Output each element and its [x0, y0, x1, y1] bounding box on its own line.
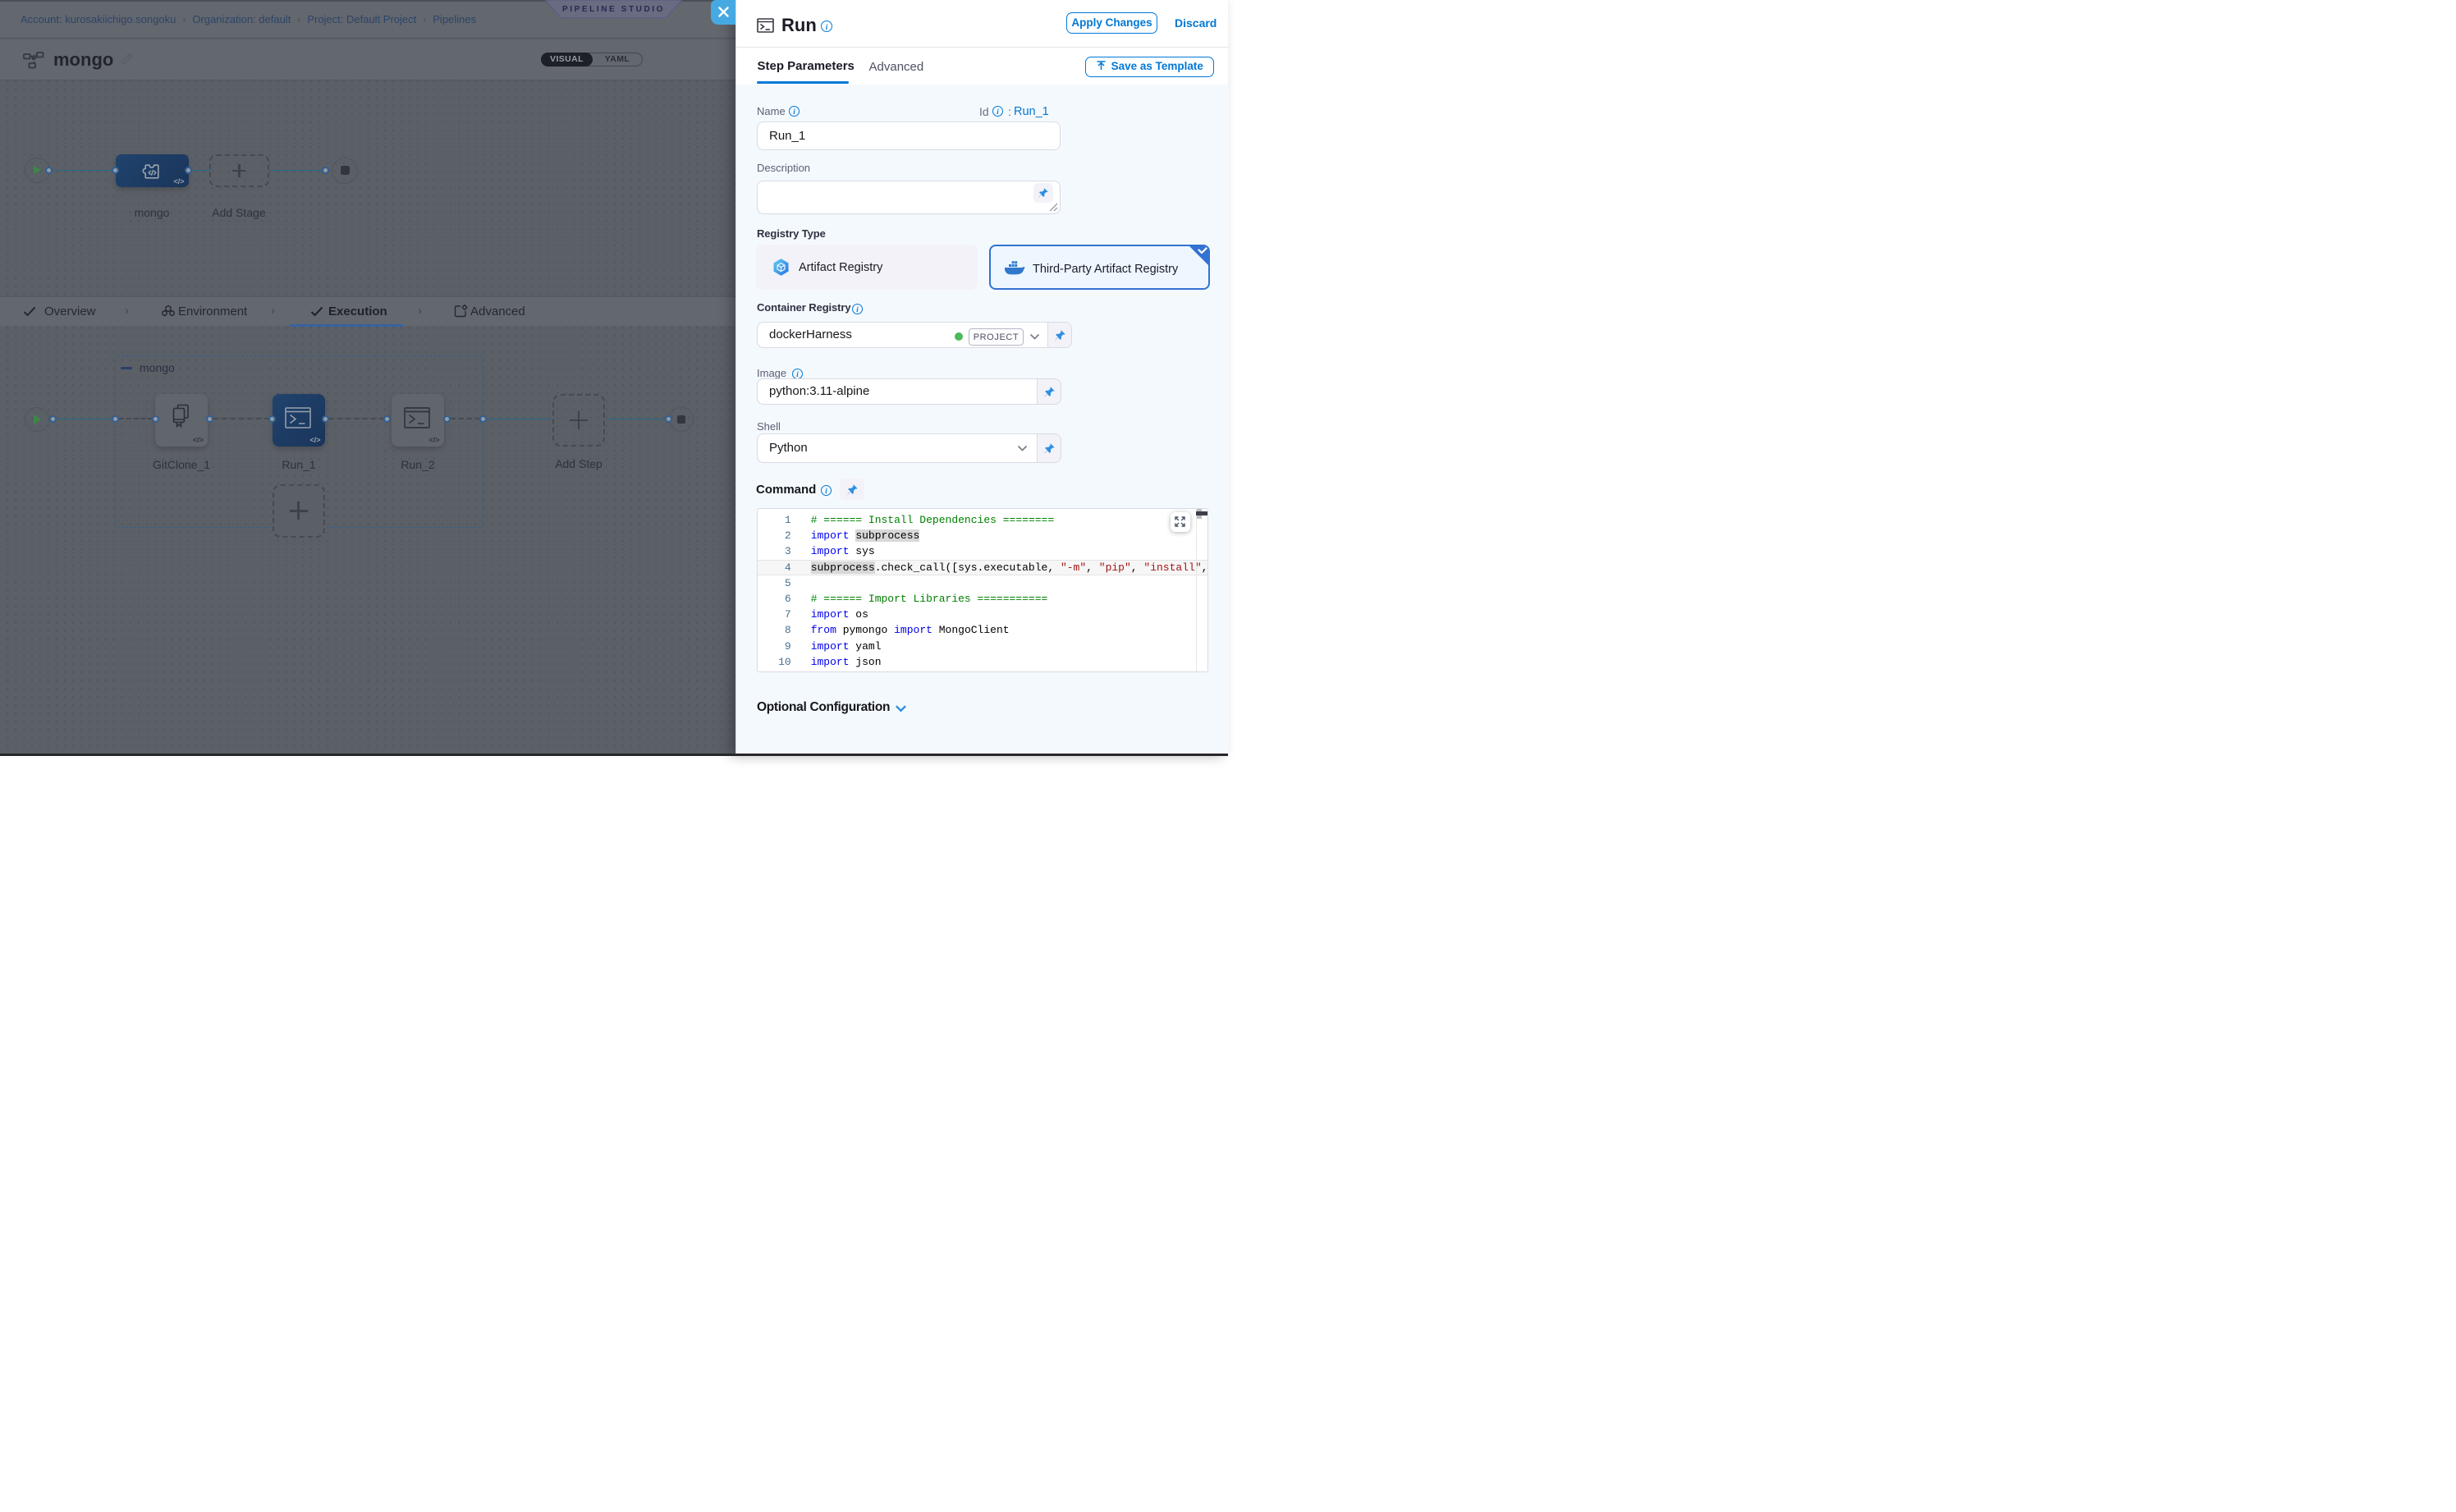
svg-text:PIPELINE STUDIO: PIPELINE STUDIO [562, 5, 665, 14]
